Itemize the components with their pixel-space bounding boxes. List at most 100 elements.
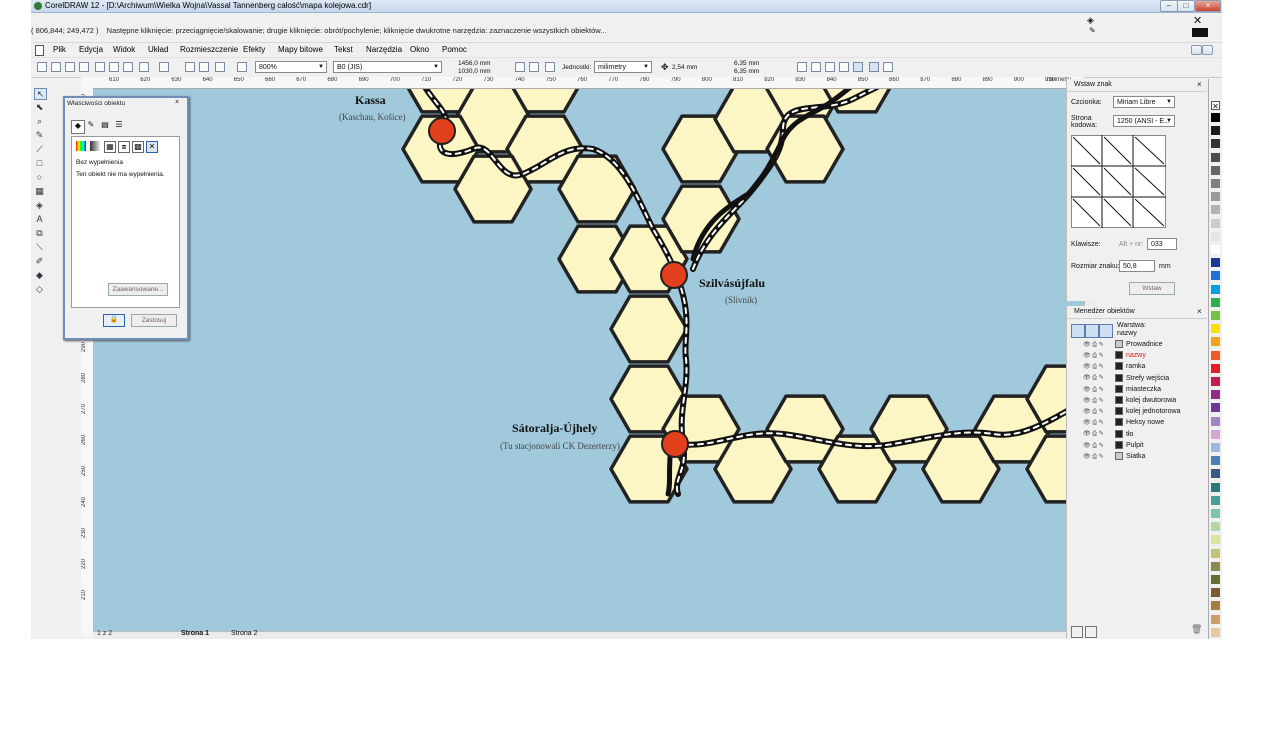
texture-fill-icon[interactable]: ⧈ [118, 141, 130, 153]
zoom-icon[interactable]: ⌕ [34, 116, 45, 126]
palette-swatch[interactable] [1211, 363, 1220, 373]
layer-row[interactable]: 👁 ⎙ ✎ Strefy wejścia [1083, 373, 1169, 385]
palette-swatch[interactable] [1211, 588, 1220, 598]
menu-efekty[interactable]: Efekty [243, 45, 265, 54]
layer-row[interactable]: 👁 ⎙ ✎ miasteczka [1083, 384, 1161, 396]
palette-swatch[interactable] [1211, 165, 1220, 175]
palette-swatch[interactable] [1211, 575, 1220, 584]
char-size-input[interactable]: 50,8 [1119, 260, 1155, 272]
doc-restore-button[interactable] [1202, 45, 1213, 55]
close-button[interactable]: × [1195, 0, 1221, 12]
smart-fill-icon[interactable]: ⟋ [34, 144, 45, 154]
shape-tool-icon[interactable]: ⬉ [34, 102, 45, 112]
layer-manager-view-icon[interactable] [1099, 324, 1113, 338]
code-page-combo[interactable]: 1250 (ANSI - E... ▼ [1113, 115, 1175, 127]
palette-swatch[interactable] [1211, 403, 1220, 413]
layer-visibility-icons[interactable]: 👁 ⎙ ✎ [1083, 442, 1113, 450]
dialog-close-icon[interactable]: × [175, 99, 179, 106]
apply-button[interactable]: Zastosuj [131, 314, 177, 327]
menu-plik[interactable]: Plik [53, 45, 66, 54]
drawing-canvas[interactable]: Kassa (Kaschau, Košice) Szilvásújfalu (S… [93, 89, 1084, 631]
layer-row[interactable]: 👁 ⎙ ✎ Siatka [1083, 452, 1145, 463]
layer-row[interactable]: 👁 ⎙ ✎ ramka [1083, 362, 1145, 373]
interactive-fill-icon[interactable]: ◇ [34, 284, 45, 294]
general-tab-icon[interactable]: ▤ [99, 120, 111, 132]
palette-swatch[interactable] [1211, 456, 1220, 466]
duplicate-y-field[interactable]: 6,35 mm [734, 68, 759, 75]
palette-swatch[interactable] [1211, 561, 1220, 571]
palette-swatch[interactable] [1211, 231, 1220, 241]
doc-minimize-button[interactable] [1191, 45, 1202, 55]
new-layer-icon[interactable] [1071, 626, 1083, 638]
menu-mapy-bitowe[interactable]: Mapy bitowe [278, 45, 323, 54]
layer-row[interactable]: 👁 ⎙ ✎ Prowadnice [1083, 340, 1163, 351]
snap-grid-icon[interactable] [811, 62, 821, 72]
page-tab-2[interactable]: Strona 2 [231, 630, 257, 637]
text-tool-icon[interactable]: A [34, 214, 45, 224]
palette-swatch[interactable] [1211, 245, 1220, 254]
pick-tool-icon[interactable]: ↖ [34, 88, 47, 100]
page-layout-icon[interactable] [545, 62, 555, 72]
page-size-combo[interactable]: B0 (JIS) ▼ [333, 61, 442, 73]
eyedropper-icon[interactable]: ⟍ [34, 242, 45, 252]
layer-visibility-icons[interactable]: 👁 ⎙ ✎ [1083, 453, 1113, 461]
redo-icon[interactable] [159, 62, 169, 72]
palette-swatch[interactable] [1211, 495, 1220, 505]
palette-swatch[interactable] [1211, 297, 1220, 307]
paste-icon[interactable] [123, 62, 133, 72]
dynamic-guides-icon[interactable] [853, 62, 863, 72]
palette-swatch[interactable] [1211, 258, 1220, 268]
palette-swatch[interactable] [1211, 271, 1220, 281]
layer-row[interactable]: 👁 ⎙ ✎ kolej jednotorowa [1083, 407, 1180, 418]
duplicate-x-field[interactable]: 6,35 mm [734, 60, 759, 67]
palette-swatch[interactable] [1211, 350, 1220, 360]
ellipse-tool-icon[interactable]: ○ [34, 172, 45, 182]
palette-swatch[interactable] [1211, 429, 1220, 439]
delete-icon[interactable]: 🗑 [1191, 624, 1202, 635]
graph-paper-icon[interactable]: ▦ [34, 186, 45, 196]
cut-icon[interactable] [95, 62, 105, 72]
palette-swatch[interactable] [1211, 126, 1220, 136]
align-icon[interactable] [883, 62, 893, 72]
rectangle-tool-icon[interactable]: □ [34, 158, 45, 168]
palette-swatch[interactable] [1211, 152, 1220, 162]
palette-swatch[interactable] [1211, 311, 1220, 320]
layer-visibility-icons[interactable]: 👁 ⎙ ✎ [1083, 352, 1113, 360]
outline-tab-icon[interactable]: ✎ [85, 120, 97, 132]
freehand-tool-icon[interactable]: ✎ [34, 130, 45, 140]
menu-uklad[interactable]: Układ [148, 45, 168, 54]
palette-swatch[interactable] [1211, 535, 1220, 545]
menu-edycja[interactable]: Edycja [79, 45, 103, 54]
postscript-fill-icon[interactable]: ▩ [132, 141, 144, 153]
fountain-fill-icon[interactable] [90, 141, 100, 151]
palette-swatch[interactable] [1211, 614, 1220, 624]
menu-widok[interactable]: Widok [113, 45, 135, 54]
print-icon[interactable] [79, 62, 89, 72]
menu-narzedzia[interactable]: Narzędzia [366, 45, 402, 54]
edit-across-layers-icon[interactable] [1085, 324, 1099, 338]
layer-visibility-icons[interactable]: 👁 ⎙ ✎ [1083, 430, 1113, 438]
no-color-swatch[interactable]: ✕ [1211, 101, 1220, 111]
horizontal-ruler[interactable]: 610 620 630 640 650 660 670 680 690 700 710 720 730 7… [81, 77, 1084, 89]
pattern-fill-icon[interactable]: ▦ [104, 141, 116, 153]
menu-rozmieszczenie[interactable]: Rozmieszczenie [180, 45, 238, 54]
portrait-icon[interactable] [515, 62, 525, 72]
units-combo[interactable]: milimetry ▼ [594, 61, 652, 73]
options-icon[interactable] [869, 62, 879, 72]
advanced-button[interactable]: Zaawansowane... [108, 283, 168, 296]
export-icon[interactable] [199, 62, 209, 72]
layer-visibility-icons[interactable]: 👁 ⎙ ✎ [1083, 374, 1113, 382]
insert-button[interactable]: Wstaw [1129, 282, 1175, 295]
layer-visibility-icons[interactable]: 👁 ⎙ ✎ [1083, 386, 1113, 394]
zoom-combo[interactable]: 800% ▼ [255, 61, 327, 73]
palette-swatch[interactable] [1211, 337, 1220, 347]
copy-icon[interactable] [109, 62, 119, 72]
fill-outline-swatches[interactable]: ✕ [1191, 14, 1209, 38]
menu-tekst[interactable]: Tekst [334, 45, 353, 54]
treat-as-filled-icon[interactable] [797, 62, 807, 72]
palette-swatch[interactable] [1211, 113, 1220, 122]
corel-online-icon[interactable] [237, 62, 247, 72]
basic-shapes-icon[interactable]: ◈ [34, 200, 45, 210]
summary-tab-icon[interactable]: ☰ [113, 120, 125, 132]
palette-swatch[interactable] [1211, 205, 1220, 215]
